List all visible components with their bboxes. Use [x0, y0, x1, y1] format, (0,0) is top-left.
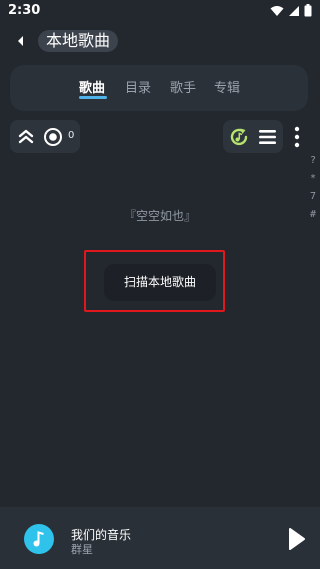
empty-message: 『空空如也』	[123, 209, 196, 223]
tab-songs[interactable]: 歌曲	[79, 77, 105, 96]
signal-icon	[289, 5, 299, 16]
refresh-music-icon[interactable]	[228, 126, 250, 148]
list-icon[interactable]	[258, 128, 277, 146]
tab-artists[interactable]: 歌手	[170, 77, 196, 96]
tab-bar	[10, 65, 308, 111]
song-artist: 群星	[71, 543, 93, 556]
song-count: 0	[68, 130, 75, 141]
index-letter-7[interactable]: 7	[310, 191, 316, 202]
tab-folders[interactable]: 目录	[125, 77, 151, 96]
battery-icon	[304, 4, 312, 17]
status-icons	[270, 4, 312, 17]
album-cover[interactable]	[24, 524, 54, 554]
target-circle-icon[interactable]	[43, 127, 63, 147]
index-letter-star[interactable]: *	[310, 173, 316, 184]
tab-albums[interactable]: 专辑	[214, 77, 240, 96]
wifi-icon	[270, 5, 284, 16]
tab-active-indicator	[79, 96, 107, 99]
back-arrow-icon[interactable]	[12, 32, 30, 50]
play-icon[interactable]	[287, 526, 307, 552]
status-time: 2:30	[8, 3, 41, 18]
music-note-icon	[33, 531, 44, 547]
index-letter-question[interactable]: ?	[310, 155, 316, 166]
scan-local-songs-button[interactable]: 扫描本地歌曲	[104, 264, 216, 301]
more-vertical-icon[interactable]	[291, 125, 303, 149]
page-title: 本地歌曲	[38, 30, 119, 52]
double-chevron-up-icon[interactable]	[17, 128, 35, 146]
